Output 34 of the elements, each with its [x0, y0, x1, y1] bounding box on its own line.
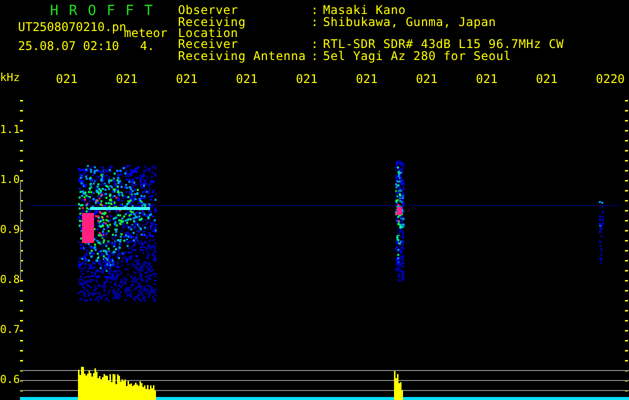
axis-label: 0.6	[0, 373, 20, 386]
field-label: Receiving Location	[178, 16, 247, 39]
field-label: Observer	[178, 5, 238, 16]
time-label: 021	[236, 72, 258, 86]
axis-label: 0.8	[0, 273, 20, 286]
time-label: 021	[116, 72, 138, 86]
time-label: 021	[476, 72, 498, 86]
time-label: 021	[536, 72, 558, 86]
field-separator: :	[311, 39, 320, 50]
field-label: Receiving Antenna	[178, 50, 307, 62]
time-label: 021	[56, 72, 78, 86]
field-label: Receiver	[178, 39, 238, 50]
field-separator: :	[311, 50, 320, 62]
time-label: 021	[356, 72, 378, 86]
axis-unit: kHz	[0, 71, 20, 84]
field-separator: :	[311, 16, 320, 30]
time-label: 021	[416, 72, 438, 86]
time-label: 021	[176, 72, 198, 86]
app-title: H R O F F T	[50, 3, 154, 19]
field-value: 5el Yagi Az 280 for Seoul	[323, 50, 512, 62]
axis-label: 0.7	[0, 323, 20, 336]
axis-label: 1.0	[0, 173, 20, 186]
field-value: Masaki Kano	[323, 5, 407, 16]
axis-label: 1.1	[0, 123, 20, 136]
count-label: 4.	[140, 39, 154, 53]
field-value: Shibukawa, Gunma, Japan	[323, 16, 498, 30]
date-time: 25.08.07 02:10	[18, 39, 120, 53]
file-name: UT2508070210.pn	[18, 20, 126, 34]
field-separator: :	[311, 5, 320, 16]
axis-label: 0.9	[0, 223, 20, 236]
time-label: 0220	[596, 72, 625, 86]
field-value: RTL-SDR SDR# 43dB L15 96.7MHz CW	[323, 39, 564, 50]
mode-label: meteor	[124, 26, 168, 40]
time-label: 021	[296, 72, 318, 86]
